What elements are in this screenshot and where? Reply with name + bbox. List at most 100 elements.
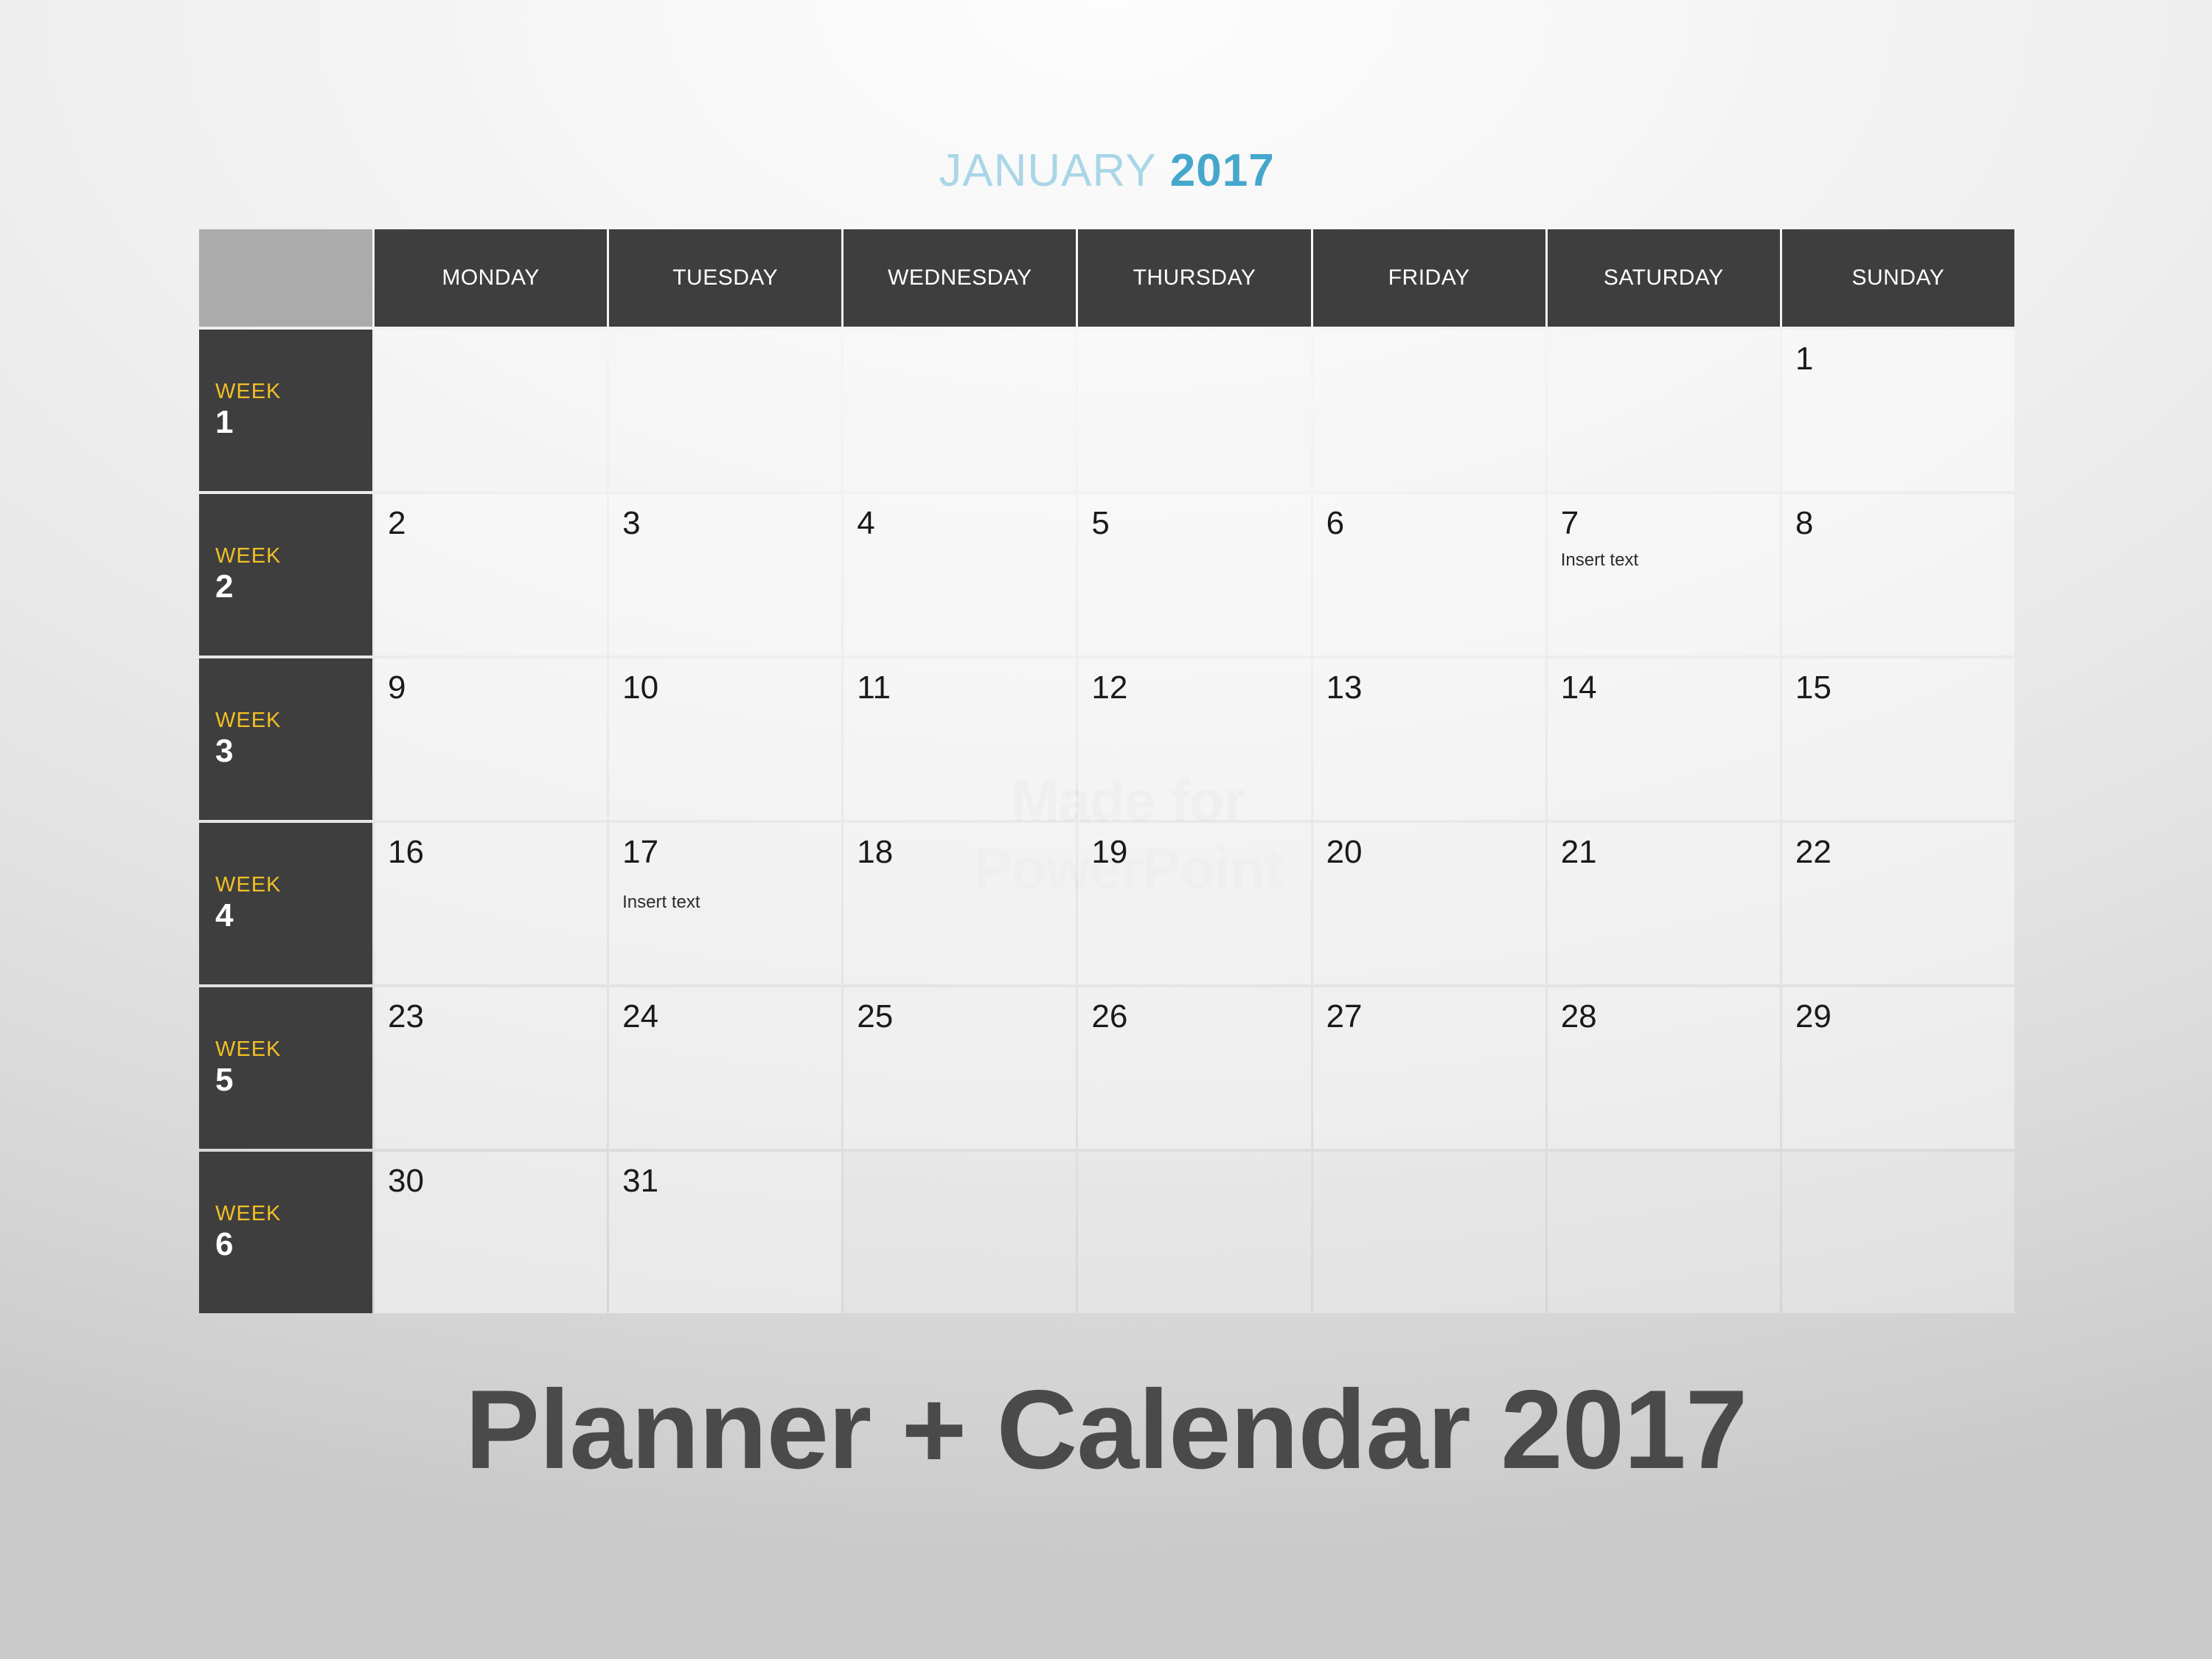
day-cell-empty[interactable]	[1312, 330, 1545, 491]
day-number: 23	[388, 998, 424, 1034]
day-number: 26	[1091, 998, 1128, 1034]
day-cell-2[interactable]: 2	[375, 494, 608, 655]
day-cell-26[interactable]: 26	[1078, 987, 1311, 1149]
day-note[interactable]: Insert text	[1561, 550, 1780, 571]
day-number: 3	[622, 505, 641, 541]
calendar-corner-cell	[199, 229, 372, 327]
calendar-week-row: WEEK 3 9 10 11 12 13 14 15	[199, 658, 2014, 820]
day-number: 27	[1326, 998, 1363, 1034]
day-number: 9	[388, 669, 406, 706]
calendar-week-row: WEEK 1 1	[199, 330, 2014, 491]
calendar-week-row: WEEK 6 30 31	[199, 1152, 2014, 1313]
day-cell-11[interactable]: 11	[844, 658, 1077, 820]
day-cell-17[interactable]: 17 Insert text	[609, 823, 842, 984]
day-cell-16[interactable]: 16	[375, 823, 608, 984]
day-cell-21[interactable]: 21	[1547, 823, 1780, 984]
week-word: WEEK	[215, 379, 282, 403]
day-header-tuesday: TUESDAY	[609, 229, 842, 327]
week-number: 6	[215, 1225, 234, 1262]
week-number: 4	[215, 897, 234, 933]
day-cell-7[interactable]: 7 Insert text	[1547, 494, 1780, 655]
day-number: 14	[1560, 669, 1597, 706]
calendar-week-row: WEEK 5 23 24 25 26 27 28 29	[199, 987, 2014, 1149]
day-cell-empty[interactable]	[1781, 1152, 2014, 1313]
day-header-friday: FRIDAY	[1312, 229, 1545, 327]
day-cell-19[interactable]: 19	[1078, 823, 1311, 984]
day-cell-empty[interactable]	[844, 1152, 1077, 1313]
week-word: WEEK	[215, 1037, 282, 1061]
day-cell-23[interactable]: 23	[375, 987, 608, 1149]
day-cell-5[interactable]: 5	[1078, 494, 1311, 655]
day-header-sunday: SUNDAY	[1781, 229, 2014, 327]
day-cell-15[interactable]: 15	[1781, 658, 2014, 820]
calendar-week-row: WEEK 4 16 17 Insert text 18 19 20 21 22	[199, 823, 2014, 984]
day-cell-31[interactable]: 31	[609, 1152, 842, 1313]
day-number: 12	[1091, 669, 1128, 706]
day-header-monday: MONDAY	[375, 229, 608, 327]
month-year: 2017	[1169, 145, 1275, 196]
week-number: 3	[215, 732, 234, 769]
day-cell-empty[interactable]	[1547, 1152, 1780, 1313]
day-number: 19	[1091, 834, 1128, 870]
week-number: 1	[215, 403, 234, 440]
day-cell-29[interactable]: 29	[1781, 987, 2014, 1149]
day-number: 4	[857, 505, 875, 541]
week-label-cell-1: WEEK 1	[199, 330, 372, 491]
day-cell-empty[interactable]	[1078, 330, 1311, 491]
day-cell-24[interactable]: 24	[609, 987, 842, 1149]
day-cell-9[interactable]: 9	[375, 658, 608, 820]
day-cell-empty[interactable]	[1312, 1152, 1545, 1313]
day-number: 30	[388, 1163, 424, 1199]
day-number: 2	[388, 505, 406, 541]
day-cell-25[interactable]: 25	[844, 987, 1077, 1149]
day-number: 28	[1560, 998, 1597, 1034]
day-number: 13	[1326, 669, 1363, 706]
month-title: JANUARY 2017	[199, 145, 2014, 197]
day-header-wednesday: WEDNESDAY	[844, 229, 1077, 327]
day-number: 24	[622, 998, 659, 1034]
day-cell-6[interactable]: 6	[1312, 494, 1545, 655]
day-number: 6	[1326, 505, 1345, 541]
calendar-header-row: MONDAY TUESDAY WEDNESDAY THURSDAY FRIDAY SATU…	[199, 229, 2014, 327]
day-cell-18[interactable]: 18	[844, 823, 1077, 984]
week-word: WEEK	[215, 543, 282, 568]
week-label-cell-2: WEEK 2	[199, 494, 372, 655]
day-note[interactable]: Insert text	[622, 892, 841, 914]
day-cell-8[interactable]: 8	[1781, 494, 2014, 655]
day-number: 29	[1795, 998, 1832, 1034]
week-label-cell-6: WEEK 6	[199, 1152, 372, 1313]
day-cell-1[interactable]: 1	[1781, 330, 2014, 491]
day-cell-12[interactable]: 12	[1078, 658, 1311, 820]
day-cell-3[interactable]: 3	[609, 494, 842, 655]
day-cell-13[interactable]: 13	[1312, 658, 1545, 820]
day-number: 22	[1795, 834, 1832, 870]
day-number: 10	[622, 669, 659, 706]
day-cell-empty[interactable]	[609, 330, 842, 491]
day-header-saturday: SATURDAY	[1547, 229, 1780, 327]
day-cell-14[interactable]: 14	[1547, 658, 1780, 820]
bottom-title: Planner + Calendar 2017	[465, 1367, 1748, 1492]
day-number: 15	[1795, 669, 1832, 706]
day-cell-empty[interactable]	[844, 330, 1077, 491]
day-cell-22[interactable]: 22	[1781, 823, 2014, 984]
day-cell-27[interactable]: 27	[1312, 987, 1545, 1149]
week-label-cell-4: WEEK 4	[199, 823, 372, 984]
week-word: WEEK	[215, 872, 282, 897]
month-name: JANUARY	[939, 145, 1157, 196]
day-cell-20[interactable]: 20	[1312, 823, 1545, 984]
day-cell-28[interactable]: 28	[1547, 987, 1780, 1149]
day-cell-empty[interactable]	[375, 330, 608, 491]
calendar-week-row: WEEK 2 2 3 4 5 6 7 Insert text 8	[199, 494, 2014, 655]
week-number: 5	[215, 1061, 234, 1098]
day-number: 25	[857, 998, 894, 1034]
day-cell-empty[interactable]	[1547, 330, 1780, 491]
day-number: 17	[622, 834, 659, 870]
day-number: 5	[1091, 505, 1110, 541]
calendar-grid: MONDAY TUESDAY WEDNESDAY THURSDAY FRIDAY SATU…	[199, 229, 2014, 1313]
day-number: 20	[1326, 834, 1363, 870]
day-cell-4[interactable]: 4	[844, 494, 1077, 655]
day-cell-empty[interactable]	[1078, 1152, 1311, 1313]
day-cell-30[interactable]: 30	[375, 1152, 608, 1313]
week-number: 2	[215, 568, 234, 605]
day-cell-10[interactable]: 10	[609, 658, 842, 820]
